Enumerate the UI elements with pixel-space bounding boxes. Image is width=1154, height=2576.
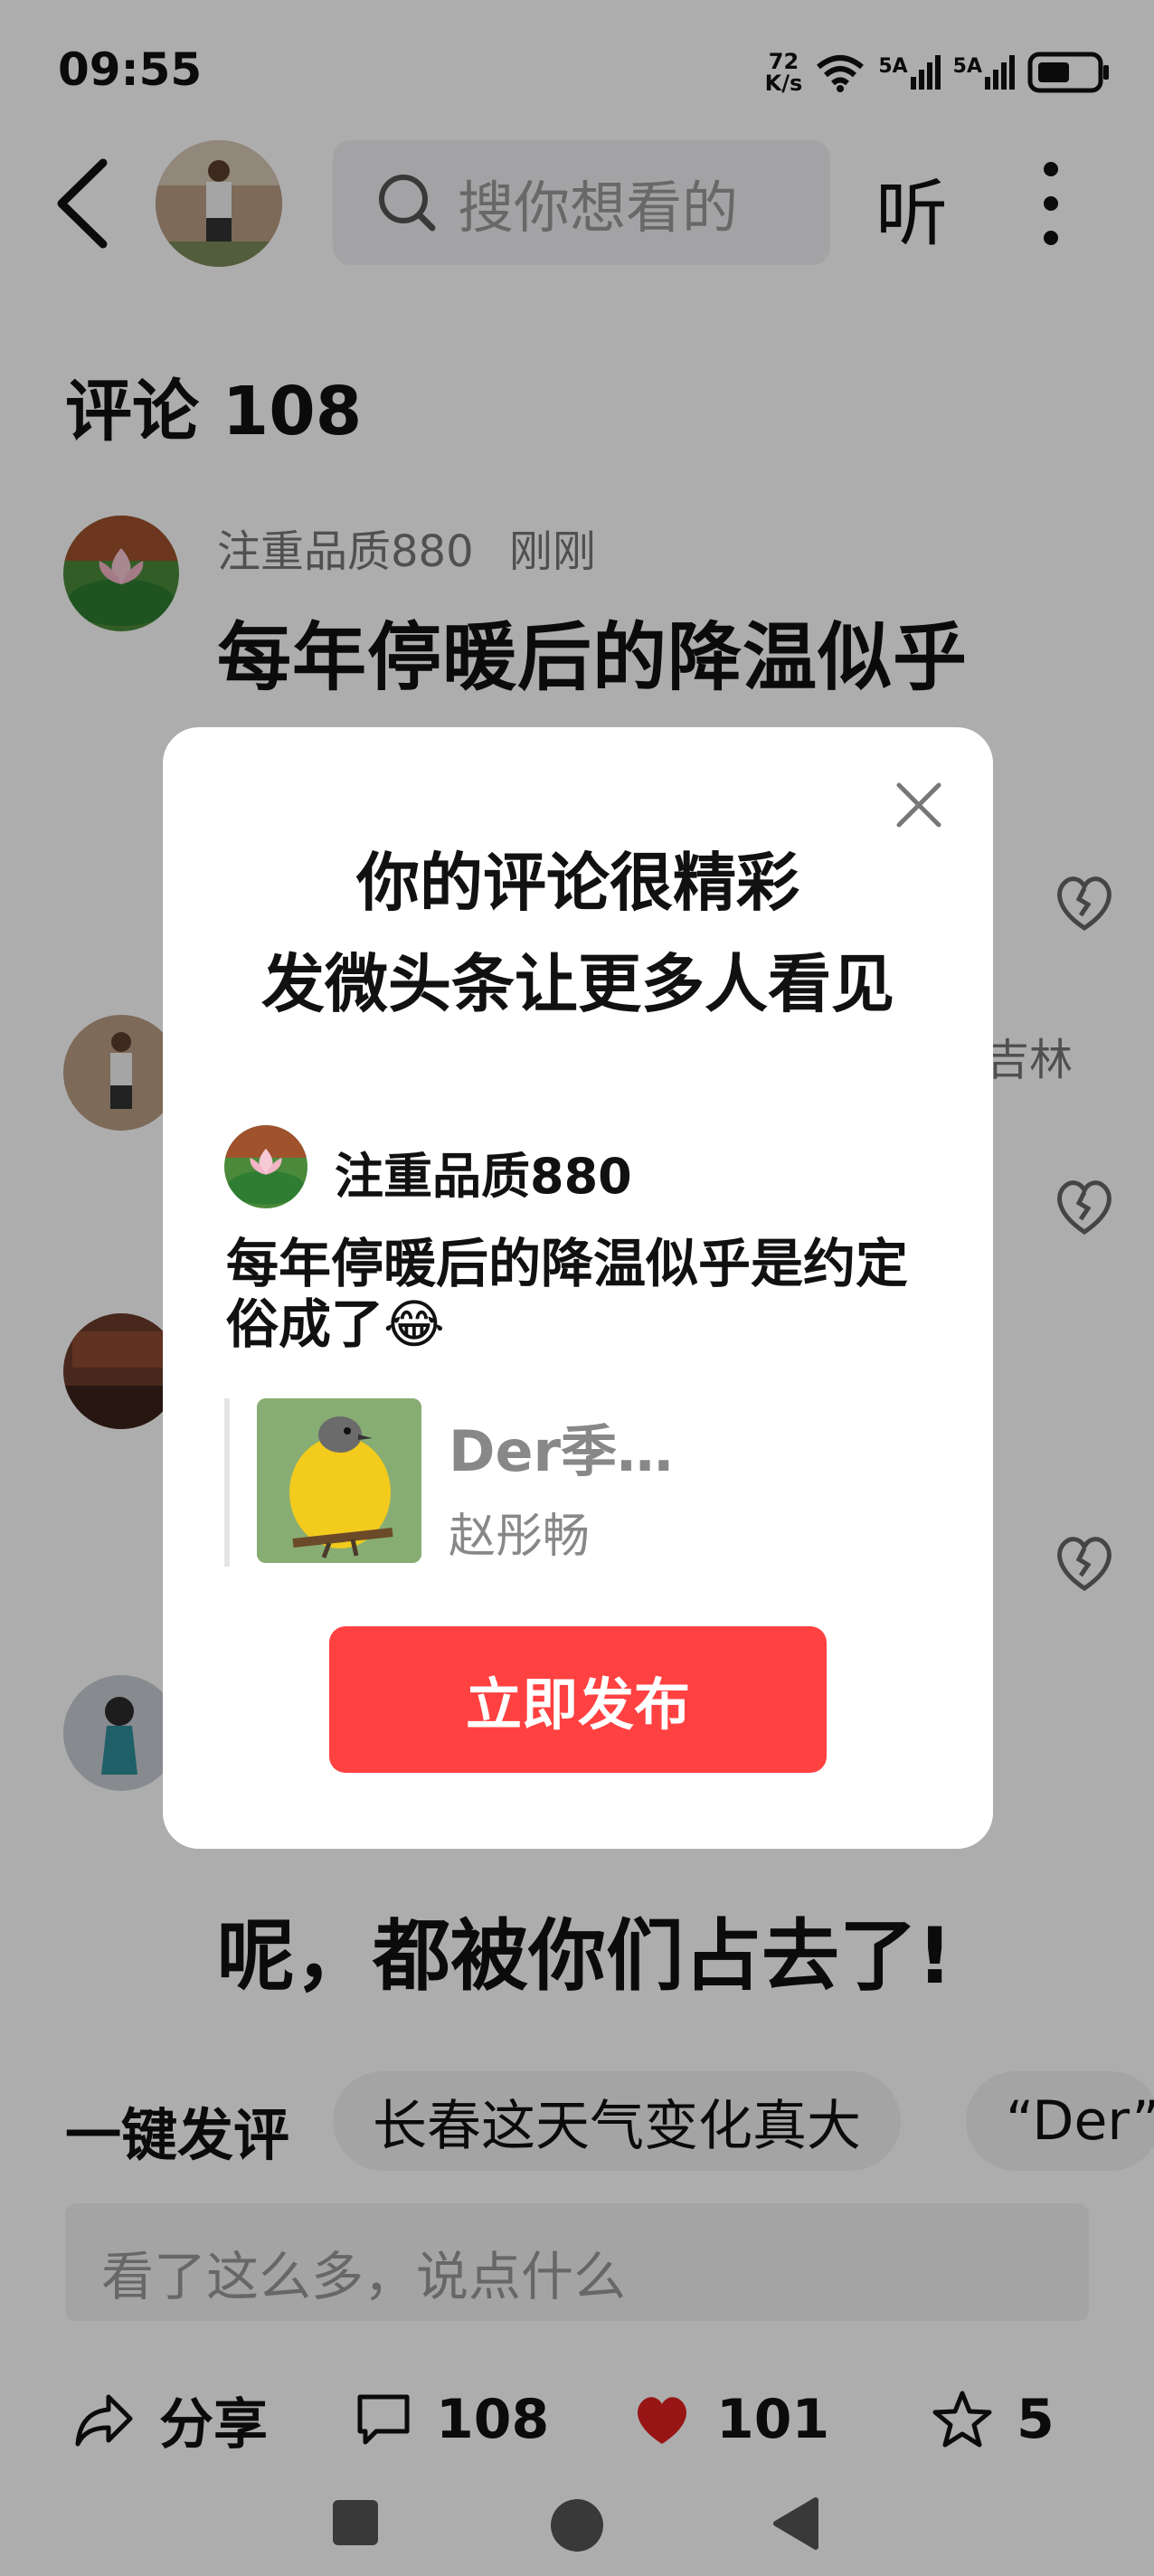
dialog-comment-text: 每年停暖后的降温似乎是约定俗成了😂 [226, 1233, 909, 1355]
quote-author: 赵彤畅 [449, 1510, 591, 1564]
quote-thumbnail [257, 1398, 421, 1563]
close-icon[interactable] [892, 778, 946, 832]
quote-title: Der季… [449, 1418, 674, 1484]
publish-dialog: 你的评论很精彩 发微头条让更多人看见 注重品质880 每年停暖后的降温似乎是约定… [163, 727, 993, 1849]
lotus-icon [224, 1125, 307, 1208]
bird-in-jacket-image [257, 1398, 421, 1563]
dialog-title-line2: 发微头条让更多人看见 [261, 947, 894, 1021]
dialog-avatar [224, 1125, 307, 1208]
dialog-author: 注重品质880 [335, 1148, 632, 1205]
publish-now-button[interactable]: 立即发布 [329, 1626, 827, 1773]
dialog-title-line1: 你的评论很精彩 [356, 846, 799, 920]
quote-divider [224, 1398, 230, 1567]
